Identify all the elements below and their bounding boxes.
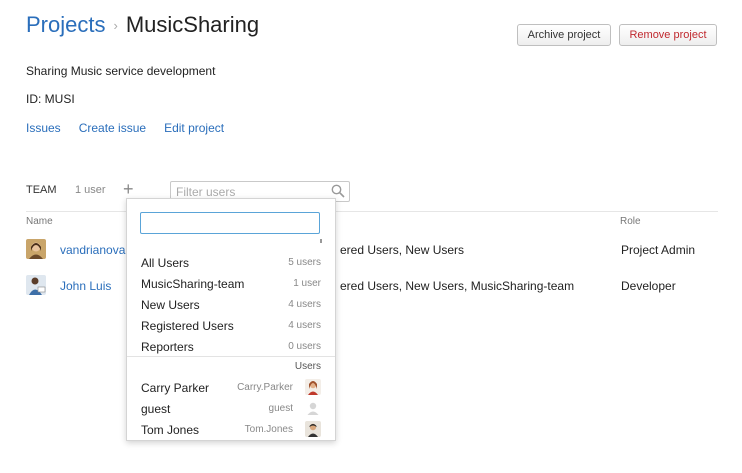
group-option-label: MusicSharing-team (141, 277, 245, 291)
dropdown-divider (127, 356, 335, 357)
group-option-label: Reporters (141, 340, 194, 354)
issues-link[interactable]: Issues (26, 121, 61, 135)
user-link[interactable]: vandrianova (60, 243, 125, 257)
users-section-heading: Users (294, 361, 321, 372)
breadcrumb: Projects › MusicSharing (26, 12, 259, 38)
user-role: Project Admin (621, 243, 696, 257)
group-option-count: 4 users (288, 320, 321, 331)
edit-project-link[interactable]: Edit project (164, 121, 224, 135)
project-actions: Issues Create issue Edit project (26, 121, 242, 135)
avatar (26, 275, 46, 295)
user-option[interactable]: guest guest (127, 398, 335, 419)
remove-project-button[interactable]: Remove project (619, 24, 717, 46)
user-role: Developer (621, 279, 676, 293)
user-option-login: Carry.Parker (237, 382, 293, 393)
group-option-label: Registered Users (141, 319, 234, 333)
group-option[interactable]: Registered Users 4 users (127, 315, 335, 336)
user-option-login: guest (268, 403, 293, 414)
group-option[interactable]: All Users 5 users (127, 252, 335, 273)
group-option-count: 5 users (288, 257, 321, 268)
create-issue-link[interactable]: Create issue (79, 121, 146, 135)
group-option[interactable]: Reporters 0 users (127, 336, 335, 357)
group-option-label: New Users (141, 298, 200, 312)
team-heading: TEAM (26, 184, 57, 196)
group-option-count: 1 user (293, 278, 321, 289)
user-option-name: Carry Parker (141, 381, 210, 395)
user-link[interactable]: John Luis (60, 279, 111, 293)
archive-project-button[interactable]: Archive project (517, 24, 611, 46)
add-user-dropdown: All Users 5 users MusicSharing-team 1 us… (126, 198, 336, 441)
page-title: MusicSharing (125, 12, 260, 37)
group-option-label: All Users (141, 256, 190, 270)
user-option[interactable]: Carry Parker Carry.Parker (127, 377, 335, 398)
user-option-login: Tom.Jones (244, 424, 293, 435)
user-option-name: guest (141, 402, 171, 416)
chevron-right-icon: › (113, 18, 118, 33)
avatar (305, 421, 321, 437)
column-header-name: Name (26, 216, 53, 227)
group-option[interactable]: MusicSharing-team 1 user (127, 273, 335, 294)
user-option-name: Tom Jones (141, 423, 200, 437)
project-description: Sharing Music service development (26, 64, 216, 78)
search-icon[interactable] (331, 184, 345, 198)
avatar (26, 239, 46, 259)
team-count: 1 user (75, 184, 106, 196)
avatar (305, 379, 321, 395)
group-option-count: 0 users (288, 341, 321, 352)
add-user-button[interactable]: + (123, 178, 134, 200)
group-option-count: 4 users (288, 299, 321, 310)
dropdown-search-input[interactable] (140, 212, 320, 234)
scroll-indicator (320, 239, 322, 243)
table-row: vandrianova ered Users, New Users Projec… (0, 235, 742, 265)
default-avatar-icon (305, 400, 321, 416)
user-groups: ered Users, New Users, MusicSharing-team (340, 279, 575, 293)
user-option[interactable]: Tom Jones Tom.Jones (127, 419, 335, 440)
breadcrumb-projects-link[interactable]: Projects (26, 12, 105, 38)
user-groups: ered Users, New Users (340, 243, 465, 257)
project-id: ID: MUSI (26, 92, 75, 106)
group-option[interactable]: New Users 4 users (127, 294, 335, 315)
column-header-role: Role (620, 216, 641, 227)
table-row: John Luis ered Users, New Users, MusicSh… (0, 271, 742, 301)
